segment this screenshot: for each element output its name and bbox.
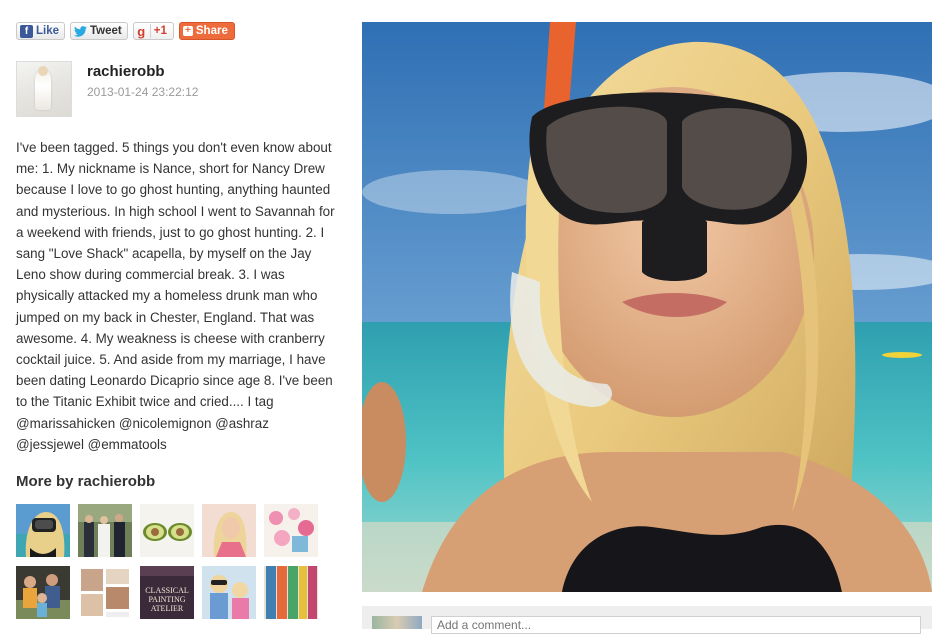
- avatar-figure: [35, 70, 51, 110]
- share-label: Share: [195, 25, 228, 37]
- post-caption: I've been tagged. 5 things you don't eve…: [16, 140, 335, 452]
- thumbnail-blonde-portrait[interactable]: [202, 504, 256, 557]
- share-bar: f Like Tweet g +1 + Share: [16, 22, 235, 42]
- comment-input[interactable]: [431, 616, 921, 634]
- facebook-like-button[interactable]: f Like: [16, 22, 66, 40]
- svg-text:PAINTING: PAINTING: [148, 595, 185, 604]
- thumbnail-book-cover[interactable]: CLASSICAL PAINTING ATELIER: [140, 566, 194, 619]
- user-avatar[interactable]: [16, 61, 72, 117]
- tweet-button[interactable]: Tweet: [70, 22, 128, 40]
- twitter-bird-icon: [74, 25, 88, 38]
- divider: [149, 24, 151, 38]
- facebook-icon: f: [20, 24, 33, 38]
- post-timestamp: 2013-01-24 23:22:12: [87, 85, 199, 99]
- book-cover-text: CLASSICAL: [145, 586, 189, 595]
- svg-text:ATELIER: ATELIER: [151, 604, 184, 613]
- thumbnail-wedding-group[interactable]: [78, 504, 132, 557]
- plus-one-label: +1: [153, 25, 167, 37]
- thumbnail-family-beach[interactable]: [16, 566, 70, 619]
- thumbnail-avocado-halves[interactable]: [140, 504, 194, 557]
- google-plus-one-button[interactable]: g +1: [132, 22, 174, 40]
- main-photo[interactable]: [362, 22, 932, 592]
- share-button[interactable]: + Share: [178, 22, 235, 40]
- thumbnail-kids-sunglasses[interactable]: [202, 566, 256, 619]
- more-by-heading: More by rachierobb: [16, 473, 156, 490]
- plus-icon: +: [182, 26, 193, 36]
- username-link[interactable]: rachierobb: [87, 63, 165, 80]
- facebook-like-label: Like: [36, 25, 60, 37]
- avatar-head: [38, 66, 48, 76]
- thumbnail-snorkel-selfie[interactable]: [16, 504, 70, 557]
- tweet-label: Tweet: [90, 25, 122, 37]
- comment-bar: [362, 606, 932, 634]
- commenter-avatar: [372, 616, 422, 629]
- google-plus-icon: g: [137, 23, 146, 39]
- thumbnail-photo-collage[interactable]: [78, 566, 132, 619]
- thumbnail-colorful-books[interactable]: [264, 566, 318, 619]
- thumbnail-pink-flowers[interactable]: [264, 504, 318, 557]
